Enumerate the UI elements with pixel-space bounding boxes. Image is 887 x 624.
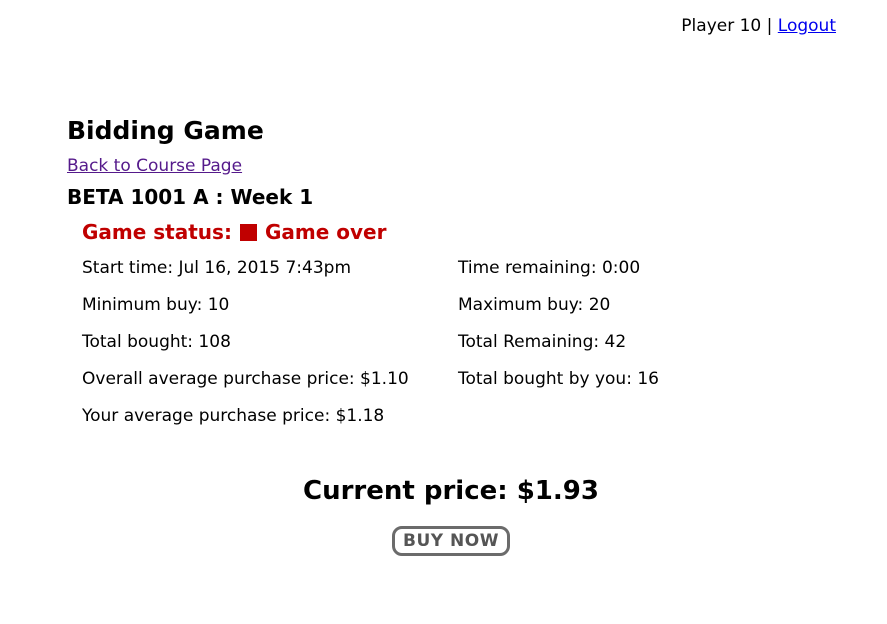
- page-title: Bidding Game: [67, 116, 264, 145]
- game-status-value: Game over: [264, 220, 387, 244]
- maximum-buy: Maximum buy: 20: [458, 295, 611, 315]
- total-remaining: Total Remaining: 42: [458, 332, 627, 352]
- total-bought: Total bought: 108: [82, 332, 231, 352]
- time-remaining: Time remaining: 0:00: [458, 258, 641, 278]
- total-bought-by-you: Total bought by you: 16: [458, 369, 659, 389]
- separator: |: [766, 16, 773, 36]
- game-status: Game status: Game over: [82, 219, 827, 245]
- current-price: Current price: $1.93: [303, 476, 599, 506]
- logout-link[interactable]: Logout: [778, 16, 836, 36]
- game-stats: Start time: Jul 16, 2015 7:43pm Time rem…: [82, 257, 827, 427]
- player-name: Player 10: [681, 16, 762, 36]
- minimum-buy: Minimum buy: 10: [82, 295, 230, 315]
- game-status-label: Game status:: [82, 220, 232, 244]
- user-bar: Player 10 | Logout: [681, 16, 836, 36]
- your-average-price: Your average purchase price: $1.18: [82, 406, 385, 426]
- overall-average-price: Overall average purchase price: $1.10: [82, 369, 409, 389]
- buy-container: BUY NOW: [0, 526, 887, 556]
- main-content: Bidding Game Back to Course Page BETA 10…: [67, 114, 827, 427]
- back-to-course-link[interactable]: Back to Course Page: [67, 155, 242, 177]
- course-heading: BETA 1001 A : Week 1: [67, 185, 314, 209]
- buy-now-button[interactable]: BUY NOW: [392, 526, 510, 556]
- stop-square-icon: [239, 223, 257, 241]
- start-time: Start time: Jul 16, 2015 7:43pm: [82, 258, 352, 278]
